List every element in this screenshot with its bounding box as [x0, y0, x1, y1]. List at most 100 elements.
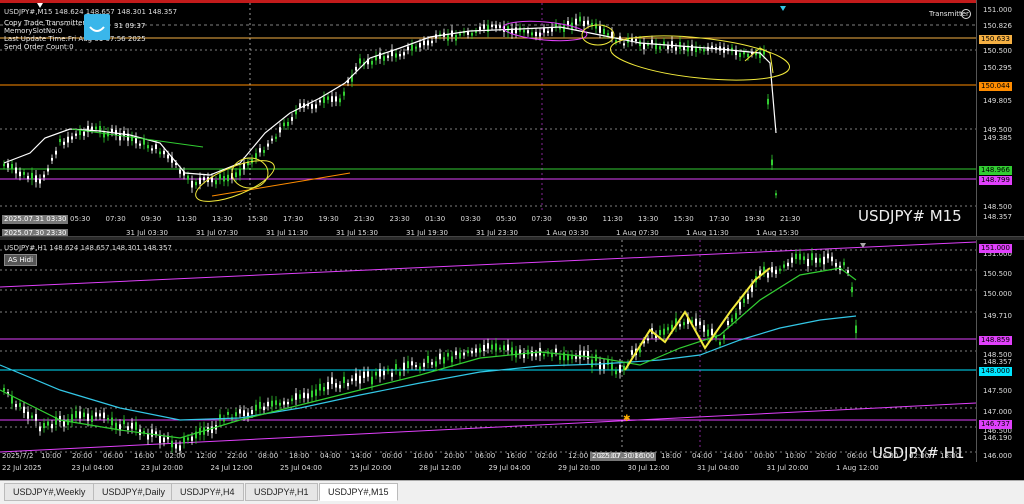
m15-price-tag: 148.799 — [979, 176, 1012, 185]
h1-time-label: 16:00 — [134, 452, 155, 460]
ea-info-line-1: Copy Trade Transmitter — [4, 19, 86, 27]
h1-candle-body — [463, 352, 465, 356]
h1-candle-body — [831, 256, 833, 262]
m15-time-label: 09:30 — [567, 215, 588, 223]
h1-candle-body — [355, 373, 357, 381]
ea-clock: 31 09:37 — [114, 22, 146, 30]
h1-candle-body — [615, 370, 617, 375]
h1-candle-body — [431, 362, 433, 365]
m15-price-axis[interactable]: 151.000 150.826 150.500 150.295 149.805 149.5… — [976, 0, 1024, 236]
h1-chart-pane[interactable]: ✱ USDJPY#,H1 148.624 148.657 148.301 148… — [0, 240, 976, 462]
m15-chart-pane[interactable]: USDJPY#,M15 148.624 148.657 148.301 148.… — [0, 0, 976, 239]
m15-candle-body — [223, 176, 225, 182]
m15-candle-body — [3, 163, 5, 167]
h1-price-tag: 148.859 — [979, 336, 1012, 345]
tab-usdjpy-h4[interactable]: USDJPY#,H4 — [171, 483, 244, 501]
h1-time-label-first: 2025/7/2 — [2, 452, 34, 460]
m15-candle-body — [35, 175, 37, 183]
h1-candle-body — [783, 264, 785, 268]
h1-candle-body — [843, 262, 845, 266]
m15-price-tick: 149.805 — [983, 97, 1012, 105]
h1-candle-body — [387, 368, 389, 372]
m15-candle-body — [163, 150, 165, 155]
m15-candle-body — [371, 60, 373, 65]
h1-price-tag: 148.000 — [979, 367, 1012, 376]
h1-candle-body — [415, 365, 417, 368]
h1-star-marker: ✱ — [623, 414, 631, 424]
h1-candle-body — [107, 417, 109, 421]
h1-candle-body — [59, 415, 61, 422]
m15-candle-body — [55, 150, 57, 155]
m15-candle-body — [471, 32, 473, 36]
h1-time-label-date: 23 Jul 20:00 — [141, 464, 183, 472]
h1-candle-body — [359, 375, 361, 384]
h1-time-label: 22:00 — [227, 452, 248, 460]
h1-candle-body — [111, 417, 113, 426]
h1-candle-body — [491, 344, 493, 350]
h1-candle-body — [459, 352, 461, 359]
h1-candle-body — [835, 262, 837, 267]
h1-candle-body — [191, 436, 193, 441]
h1-time-label: 22:00 — [599, 452, 620, 460]
h1-candle-body — [451, 356, 453, 363]
h1-candle-body — [267, 401, 269, 407]
as-hidi-button[interactable]: AS Hidi — [4, 254, 38, 266]
m15-candle-body — [483, 24, 485, 29]
h1-price-tag: 146.737 — [979, 420, 1012, 429]
tab-usdjpy-weekly[interactable]: USDJPY#,Weekly — [4, 483, 95, 501]
m15-time-label: 23:30 — [389, 215, 410, 223]
tab-usdjpy-m15[interactable]: USDJPY#,M15 — [319, 483, 398, 501]
h1-time-label: 10:00 — [41, 452, 62, 460]
m15-price-tick: 150.295 — [983, 64, 1012, 72]
m15-candle-body — [19, 171, 21, 177]
h1-candle-body — [379, 368, 381, 377]
tab-usdjpy-h1[interactable]: USDJPY#,H1 — [245, 483, 318, 501]
h1-candle-body — [563, 352, 565, 361]
h1-chart-canvas[interactable]: ✱ — [0, 240, 976, 462]
h1-candle-body — [239, 409, 241, 414]
m15-candle-body — [159, 151, 161, 155]
h1-price-axis[interactable]: 151.000 150.500 150.000 149.710 148.500 148.3… — [976, 240, 1024, 462]
h1-price-tick: 147.000 — [983, 408, 1012, 416]
m15-candle-body — [31, 172, 33, 180]
h1-candle-body — [851, 286, 853, 293]
h1-candle-body — [187, 437, 189, 441]
m15-candle-body — [119, 133, 121, 141]
m15-candle-body — [95, 126, 97, 130]
h1-candle-body — [363, 371, 365, 378]
h1-candle-body — [219, 414, 221, 421]
m15-candle-body — [447, 34, 449, 41]
m15-candle-body — [331, 96, 333, 102]
m15-price-tick: 151.000 — [983, 6, 1012, 14]
h1-candle-body — [479, 347, 481, 353]
h1-candle-body — [559, 355, 561, 360]
m15-time-label: 03:30 — [460, 215, 481, 223]
m15-watermark: USDJPY# M15 — [858, 207, 962, 225]
m15-candle-body — [179, 169, 181, 174]
h1-candle-body — [175, 444, 177, 449]
tab-usdjpy-daily[interactable]: USDJPY#,Daily — [93, 483, 175, 501]
h1-candle-body — [135, 422, 137, 430]
h1-candle-body — [75, 410, 77, 418]
m15-price-tick: 150.826 — [983, 22, 1012, 30]
h1-candle-body — [443, 357, 445, 364]
ea-info-line-4: Send Order Count:0 — [4, 43, 74, 51]
m15-time-label: 11:30 — [176, 215, 197, 223]
m15-candle-body — [395, 53, 397, 58]
ea-smile-icon[interactable] — [84, 14, 110, 40]
h1-time-label: 02:00 — [537, 452, 558, 460]
m15-candle-body — [211, 177, 213, 183]
h1-time-label: 16:00 — [878, 452, 899, 460]
h1-candle-body — [331, 377, 333, 384]
m15-price-tick: 149.500 — [983, 126, 1012, 134]
m15-chart-canvas[interactable] — [0, 3, 976, 239]
h1-candle-body — [791, 257, 793, 263]
h1-candle-body — [423, 362, 425, 367]
h1-candle-body — [115, 422, 117, 429]
h1-annotation-zigzag — [624, 267, 771, 371]
h1-candle-body — [767, 272, 769, 278]
m15-candle-body — [583, 20, 585, 27]
m15-candle-body — [311, 104, 313, 109]
h1-time-label: 18:00 — [940, 452, 961, 460]
m15-candle-body — [703, 48, 705, 52]
